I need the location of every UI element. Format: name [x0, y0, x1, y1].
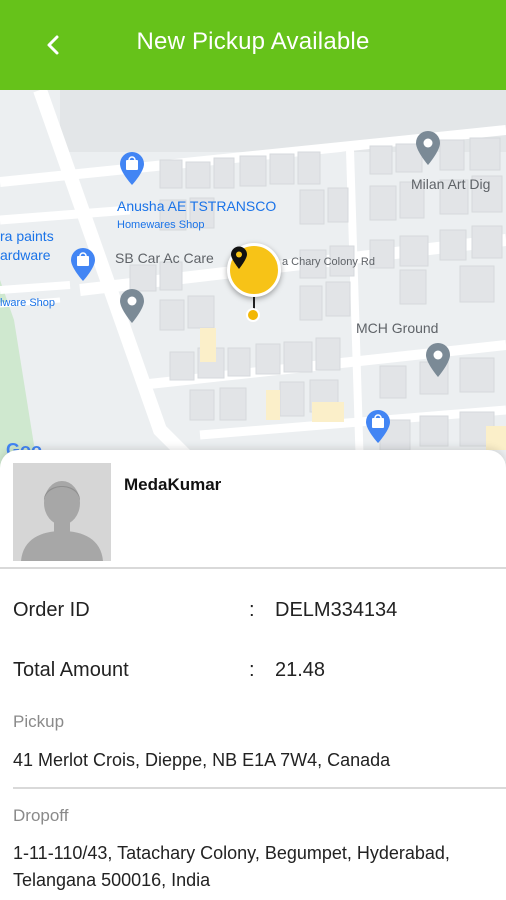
- map-label-homewares: Homewares Shop: [117, 219, 205, 231]
- map-view[interactable]: Milan Art Dig Anusha AE TSTRANSCO Homewa…: [0, 90, 506, 470]
- map-label-milan: Milan Art Dig: [411, 176, 491, 192]
- map-label-chary-colony: a Chary Colony Rd: [282, 256, 375, 268]
- total-amount-value: 21.48: [275, 659, 326, 681]
- place-pin-icon[interactable]: [118, 288, 146, 324]
- avatar: [13, 463, 111, 561]
- shopping-bag-pin-icon[interactable]: [69, 248, 97, 282]
- map-label-hardware: ardware: [0, 247, 51, 263]
- order-id-separator: :: [249, 599, 255, 621]
- pickup-marker[interactable]: [227, 243, 281, 297]
- customer-name: MedaKumar: [124, 475, 222, 494]
- shopping-bag-pin-icon[interactable]: [364, 410, 392, 444]
- map-label-ware-shop: lware Shop: [0, 297, 56, 309]
- location-pin-icon: [231, 246, 247, 269]
- person-placeholder-icon: [13, 463, 111, 561]
- pickup-details-sheet: MedaKumar Order ID : DELM334134 Total Am…: [0, 450, 506, 900]
- divider: [0, 567, 506, 569]
- map-label-ra-paints: ra paints: [0, 228, 54, 244]
- divider: [13, 787, 506, 789]
- pickup-label: Pickup: [13, 712, 65, 731]
- dropoff-label: Dropoff: [13, 806, 69, 825]
- total-amount-label: Total Amount: [13, 659, 129, 681]
- place-pin-icon[interactable]: [414, 130, 442, 166]
- total-amount-separator: :: [249, 659, 255, 681]
- dropoff-address: 1-11-110/43, Tatachary Colony, Begumpet,…: [13, 843, 450, 890]
- map-label-sb-car: SB Car Ac Care: [115, 250, 214, 266]
- place-pin-icon[interactable]: [424, 342, 452, 378]
- page-title: New Pickup Available: [136, 28, 370, 55]
- order-id-value: DELM334134: [275, 599, 398, 621]
- map-label-anusha: Anusha AE TSTRANSCO: [117, 198, 277, 214]
- pickup-address: 41 Merlot Crois, Dieppe, NB E1A 7W4, Can…: [13, 750, 391, 770]
- marker-location-dot: [246, 308, 260, 322]
- shopping-bag-pin-icon[interactable]: [118, 152, 146, 186]
- order-id-label: Order ID: [13, 599, 90, 621]
- app-bar: New Pickup Available: [0, 0, 506, 90]
- map-label-mch-ground: MCH Ground: [356, 320, 439, 336]
